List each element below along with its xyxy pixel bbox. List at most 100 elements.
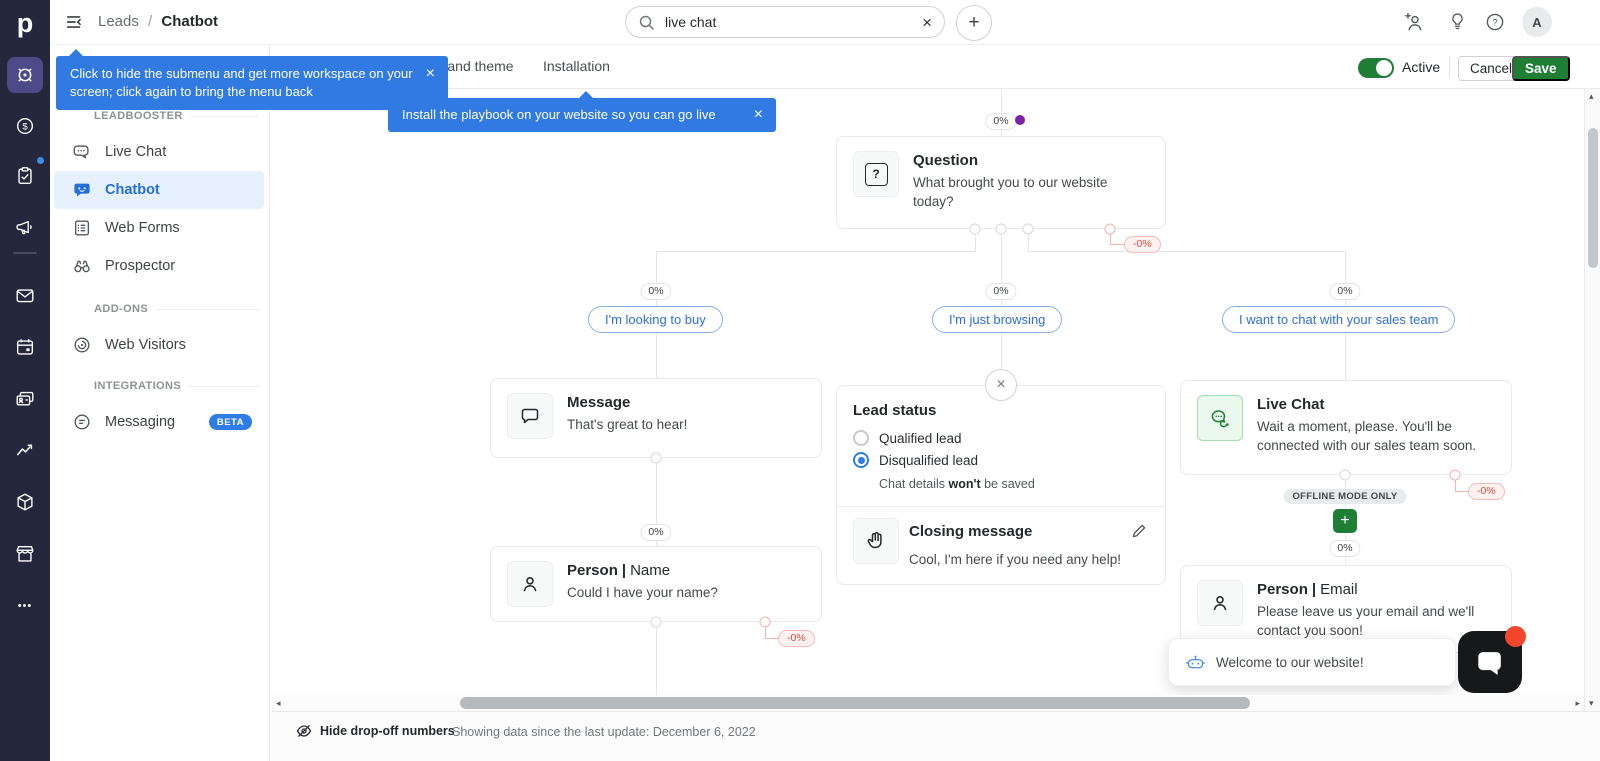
- breadcrumb-parent[interactable]: Leads: [98, 13, 139, 30]
- radio-qualified[interactable]: Qualified lead: [853, 430, 962, 446]
- vertical-scrollbar[interactable]: ▴ ▾: [1584, 89, 1600, 711]
- hide-dropoff-button[interactable]: Hide drop-off numbers: [296, 723, 455, 739]
- sidebar-item-chatbot[interactable]: Chatbot: [54, 171, 264, 209]
- nav-contacts[interactable]: [9, 383, 41, 415]
- chat-widget-preview[interactable]: Welcome to our website!: [1168, 638, 1456, 686]
- message-node[interactable]: Message That's great to hear!: [490, 378, 822, 458]
- close-tooltip-icon[interactable]: ×: [426, 66, 435, 82]
- live-chat-node[interactable]: Live Chat Wait a moment, please. You'll …: [1180, 380, 1512, 475]
- search-icon: [638, 14, 655, 31]
- node-body: Please leave us your email and we'll con…: [1257, 602, 1495, 640]
- connector: [656, 251, 657, 283]
- nav-insights[interactable]: [9, 434, 41, 466]
- horizontal-scrollbar[interactable]: ◂ ▸: [272, 695, 1584, 711]
- nav-deals[interactable]: $: [9, 110, 41, 142]
- stat-badge: 0%: [1329, 540, 1360, 557]
- search-input[interactable]: [663, 13, 914, 31]
- sidebar-item-web-forms[interactable]: Web Forms: [54, 209, 264, 247]
- dropoff-port[interactable]: [1105, 224, 1116, 235]
- whats-new-button[interactable]: [1447, 11, 1468, 32]
- connector-port[interactable]: [651, 453, 662, 464]
- collapse-submenu-button[interactable]: [64, 11, 86, 33]
- scroll-right-arrow[interactable]: ▸: [1575, 699, 1580, 708]
- question-node[interactable]: ? Question What brought you to our websi…: [836, 136, 1166, 229]
- question-icon: ?: [865, 163, 888, 186]
- invite-users-button[interactable]: [1402, 11, 1425, 34]
- stat-badge: 0%: [985, 113, 1016, 130]
- live-chat-icon: [1208, 406, 1232, 430]
- qualified-status-dot: [1015, 115, 1025, 125]
- horizontal-scroll-thumb[interactable]: [460, 697, 1250, 709]
- section-leadbooster: LEADBOOSTER: [94, 110, 259, 122]
- sidebar-item-prospector[interactable]: Prospector: [54, 247, 264, 285]
- scroll-up-arrow[interactable]: ▴: [1589, 92, 1594, 101]
- hide-dropoff-label: Hide drop-off numbers: [320, 724, 455, 738]
- install-tooltip: Install the playbook on your website so …: [388, 98, 776, 132]
- help-button[interactable]: ?: [1484, 11, 1506, 33]
- user-avatar[interactable]: A: [1522, 7, 1552, 37]
- scroll-left-arrow[interactable]: ◂: [276, 699, 281, 708]
- nav-mail[interactable]: [9, 280, 41, 312]
- message-icon: [519, 405, 541, 427]
- chat-launcher-button[interactable]: [1458, 631, 1522, 693]
- global-search[interactable]: ×: [625, 6, 945, 38]
- pipedrive-logo[interactable]: p: [0, 4, 50, 42]
- scroll-down-arrow[interactable]: ▾: [1589, 699, 1594, 708]
- nav-activities[interactable]: [9, 160, 41, 192]
- tab-installation[interactable]: Installation: [543, 58, 610, 74]
- dropoff-badge: -0%: [1124, 236, 1161, 253]
- node-title: Lead status: [853, 402, 936, 419]
- edit-closing-button[interactable]: [1131, 523, 1147, 539]
- nav-calendar[interactable]: [9, 331, 41, 363]
- vertical-scroll-thumb[interactable]: [1588, 128, 1598, 268]
- add-user-icon: [1402, 11, 1425, 34]
- connector-port[interactable]: [651, 617, 662, 628]
- close-tooltip-icon[interactable]: ×: [754, 107, 763, 123]
- person-name-node[interactable]: Person|Name Could I have your name?: [490, 546, 822, 622]
- dropoff-port[interactable]: [760, 617, 771, 628]
- dropoff-connector: [1455, 491, 1468, 492]
- playbook-canvas[interactable]: 0% 0% 0% 0% 0% 0% -0% -0% -0% ? Question…: [272, 89, 1584, 695]
- answer-option-1[interactable]: I'm looking to buy: [588, 306, 723, 333]
- nav-leads[interactable]: [7, 57, 43, 93]
- nav-products[interactable]: [9, 486, 41, 518]
- svg-text:?: ?: [1492, 17, 1497, 27]
- answer-option-2[interactable]: I'm just browsing: [932, 306, 1062, 333]
- topbar: Leads / Chatbot × + ? A: [50, 0, 1600, 45]
- connector: [1001, 332, 1002, 370]
- add-step-button[interactable]: +: [1333, 509, 1357, 533]
- save-button[interactable]: Save: [1512, 56, 1570, 81]
- notification-dot: [1505, 626, 1526, 647]
- answer-option-3[interactable]: I want to chat with your sales team: [1222, 306, 1455, 333]
- help-icon: ?: [1484, 11, 1506, 33]
- delete-node-button[interactable]: ×: [985, 369, 1017, 401]
- node-title: Live Chat: [1257, 396, 1495, 413]
- collapse-menu-icon: [64, 11, 86, 33]
- connector-port[interactable]: [970, 224, 981, 235]
- connector-port[interactable]: [1023, 224, 1034, 235]
- lead-status-node[interactable]: Lead status Qualified lead Disqualified …: [836, 385, 1166, 585]
- sidebar-item-label: Chatbot: [105, 182, 160, 198]
- stat-badge: 0%: [640, 524, 671, 541]
- sidebar-item-messaging[interactable]: Messaging BETA: [54, 403, 264, 441]
- connector: [1345, 251, 1346, 283]
- connector-port[interactable]: [996, 224, 1007, 235]
- nav-more[interactable]: •••: [9, 590, 41, 622]
- active-toggle[interactable]: [1358, 58, 1394, 78]
- connector: [656, 251, 976, 252]
- radio-disqualified[interactable]: Disqualified lead: [853, 452, 978, 468]
- radio-selected-icon: [853, 452, 869, 468]
- chat-launcher-bubble-icon: [1472, 644, 1508, 680]
- clear-search-icon[interactable]: ×: [922, 14, 932, 31]
- nav-marketplace[interactable]: [9, 538, 41, 570]
- node-body: Wait a moment, please. You'll be connect…: [1257, 417, 1495, 455]
- sidebar-item-web-visitors[interactable]: Web Visitors: [54, 326, 264, 364]
- quick-add-button[interactable]: +: [956, 5, 992, 41]
- connector-port[interactable]: [1340, 470, 1351, 481]
- dropoff-port[interactable]: [1450, 470, 1461, 481]
- nav-campaigns[interactable]: [9, 212, 41, 244]
- mail-icon: [14, 285, 36, 307]
- sidebar-item-live-chat[interactable]: Live Chat: [54, 133, 264, 171]
- waving-hand-icon: [864, 529, 888, 553]
- box-icon: [14, 491, 36, 513]
